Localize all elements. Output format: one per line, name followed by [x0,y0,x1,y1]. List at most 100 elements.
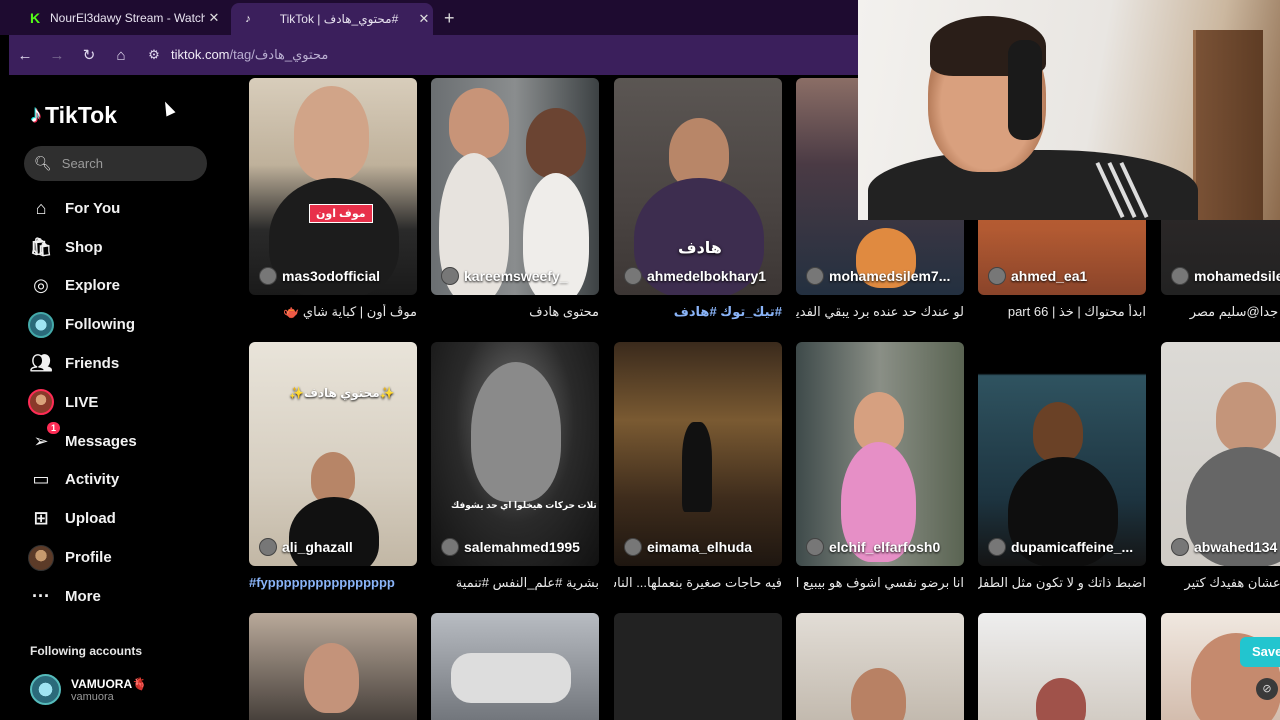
close-tab-icon[interactable]: ✕ [205,10,223,26]
avatar [441,267,459,285]
video-card[interactable]: eimama_elhuda فيه حاجات صغيرة بنعملها...… [614,342,782,591]
video-caption[interactable]: ن الفولو عشان هفيدك كتير [1161,575,1280,591]
sidebar-item-label: Following [65,316,135,334]
search-input[interactable] [61,156,192,171]
video-card[interactable]: dupamicaffeine_... اضبط ذاتك و لا تكون م… [978,342,1146,591]
sidebar-item-shop[interactable]: 🛍︎ Shop [28,228,218,267]
video-author[interactable]: ali_ghazall [259,538,353,556]
video-thumbnail[interactable]: ✨محتوي هادف✨ ali_ghazall [249,342,417,566]
reload-icon[interactable]: ↻ [73,46,105,64]
video-caption[interactable]: كلام مهم جدا@سليم مصر [1161,304,1280,320]
video-thumbnail[interactable] [431,613,599,720]
browser-tab-strip: K NourEl3dawy Stream - Watch L ✕ ♪ TikTo… [0,0,858,35]
profile-avatar-slot [28,544,54,571]
video-thumbnail[interactable] [978,613,1146,720]
video-thumbnail[interactable]: هادف ahmedelbokhary1 [614,78,782,295]
video-author[interactable]: mohamedsilem [1171,267,1280,285]
back-arrow-icon[interactable]: ← [9,47,41,64]
tiktok-favicon-icon: ♪ [245,13,251,25]
video-author[interactable]: dupamicaffeine_... [988,538,1133,556]
sidebar-item-friends[interactable]: 👥︎ Friends [28,344,218,383]
video-card[interactable] [249,613,417,720]
video-author[interactable]: mohamedsilem7... [806,267,950,285]
site-info-icon[interactable]: ⚙ [143,47,165,63]
avatar [624,538,642,556]
close-tab-icon[interactable]: ✕ [415,11,433,27]
video-card[interactable] [978,613,1146,720]
video-caption[interactable]: #تيك_توك #هادف [614,304,782,320]
browser-tab-tiktok[interactable]: ♪ TikTok | محتوي_هادف# ✕ [231,3,433,35]
video-card[interactable] [431,613,599,720]
avatar [259,538,277,556]
avatar [28,311,54,338]
video-card[interactable]: هادف ahmedelbokhary1 #تيك_توك #هادف [614,78,782,320]
browser-tab-kick[interactable]: K NourEl3dawy Stream - Watch L ✕ [18,4,223,32]
video-thumbnail[interactable] [614,613,782,720]
video-author[interactable]: ahmedelbokhary1 [624,267,766,285]
video-author[interactable]: mas3odofficial [259,267,380,285]
tab-title: TikTok | محتوي_هادف# [279,12,399,26]
video-card[interactable]: elchif_elfarfosh0 انا برضو نفسي اشوف هو … [796,342,964,591]
video-caption[interactable]: اضبط ذاتك و لا تكون مثل الطفل [978,575,1146,591]
author-name: ahmedelbokhary1 [647,268,767,284]
home-icon[interactable]: ⌂ [105,47,137,64]
sidebar-item-label: Explore [65,277,121,295]
sidebar-item-following[interactable]: Following [28,305,218,344]
sidebar-item-upload[interactable]: ⊞ Upload [28,499,218,538]
following-avatar-slot [28,311,54,338]
sidebar-item-live[interactable]: LIVE [28,383,218,422]
sidebar-item-more[interactable]: ··· More [28,577,218,616]
video-thumbnail[interactable]: elchif_elfarfosh0 [796,342,964,566]
video-thumbnail[interactable] [796,613,964,720]
video-card[interactable] [614,613,782,720]
video-caption[interactable]: فيه حاجات صغيرة بنعملها... الناس [614,575,782,591]
video-card[interactable]: kareemsweefy_ محتوى هادف [431,78,599,320]
video-thumbnail[interactable]: dupamicaffeine_... [978,342,1146,566]
sidebar-item-label: Messages [65,432,137,450]
video-caption[interactable]: #fypppppppppppppppp [249,575,417,590]
video-thumbnail[interactable]: تلات حركات هيخلوا اي حد يشوفك salemahmed… [431,342,599,566]
url-path: /tag/محتوي_هادف [229,47,329,62]
sidebar-item-explore[interactable]: ◎ Explore [28,267,218,306]
video-caption[interactable]: محتوى هادف [431,304,599,320]
forward-arrow-icon[interactable]: → [41,47,73,64]
video-thumbnail[interactable]: eimama_elhuda [614,342,782,566]
more-icon: ··· [32,585,50,606]
video-author[interactable]: ahmed_ea1 [988,267,1087,285]
sidebar-item-messages[interactable]: ➢ 1 Messages [28,422,218,461]
video-author[interactable]: eimama_elhuda [624,538,752,556]
video-card[interactable]: ✨محتوي هادف✨ ali_ghazall #fypppppppppppp… [249,342,417,590]
video-caption[interactable]: ابدأ محتواك | خذ | part 66 [978,304,1146,320]
video-thumbnail[interactable]: abwahed134 [1161,342,1280,566]
account-handle: vamuora [71,690,114,703]
video-caption[interactable]: لو عندك حد عنده برد يبقي الفديو ده [796,304,964,320]
video-thumbnail[interactable]: موف اون mas3odofficial [249,78,417,295]
video-card[interactable]: تلات حركات هيخلوا اي حد يشوفك salemahmed… [431,342,599,591]
avatar [1171,538,1189,556]
video-caption[interactable]: موڤ أون | كباية شاي 🫖 [249,304,417,320]
search-box[interactable]: 🔍︎ [24,146,207,181]
save-button[interactable]: Save [1240,637,1280,667]
following-account-item[interactable]: VAMUORA🫀 vamuora [30,674,147,705]
new-tab-plus-icon[interactable]: + [444,8,455,29]
video-thumbnail[interactable]: kareemsweefy_ [431,78,599,295]
video-author[interactable]: abwahed134 [1171,538,1277,556]
video-author[interactable]: salemahmed1995 [441,538,580,556]
video-card[interactable] [796,613,964,720]
video-author[interactable]: kareemsweefy_ [441,267,568,285]
tiktok-logo[interactable]: ♪ TikTok [30,101,117,129]
url-field[interactable]: tiktok.com/tag/محتوي_هادف [171,47,328,63]
video-card[interactable]: abwahed134 ن الفولو عشان هفيدك كتير [1161,342,1280,591]
sidebar-item-for-you[interactable]: ⌂ For You [28,189,218,228]
video-caption[interactable]: انا برضو نفسي اشوف هو بيبيع ايه [796,575,964,591]
video-thumbnail[interactable] [249,613,417,720]
video-author[interactable]: elchif_elfarfosh0 [806,538,940,556]
tiktok-note-icon: ♪ [30,101,42,128]
sidebar-item-activity[interactable]: ▭ Activity [28,461,218,500]
video-caption[interactable]: بشرية #علم_النفس #تنمية [431,575,599,591]
muhtawa-overlay-text: ✨محتوي هادف✨ [289,386,395,400]
extension-icon[interactable]: ⊘ [1256,678,1278,700]
author-name: eimama_elhuda [647,539,753,555]
sidebar-item-profile[interactable]: Profile [28,538,218,577]
video-card[interactable]: موف اون mas3odofficial موڤ أون | كباية ش… [249,78,417,320]
